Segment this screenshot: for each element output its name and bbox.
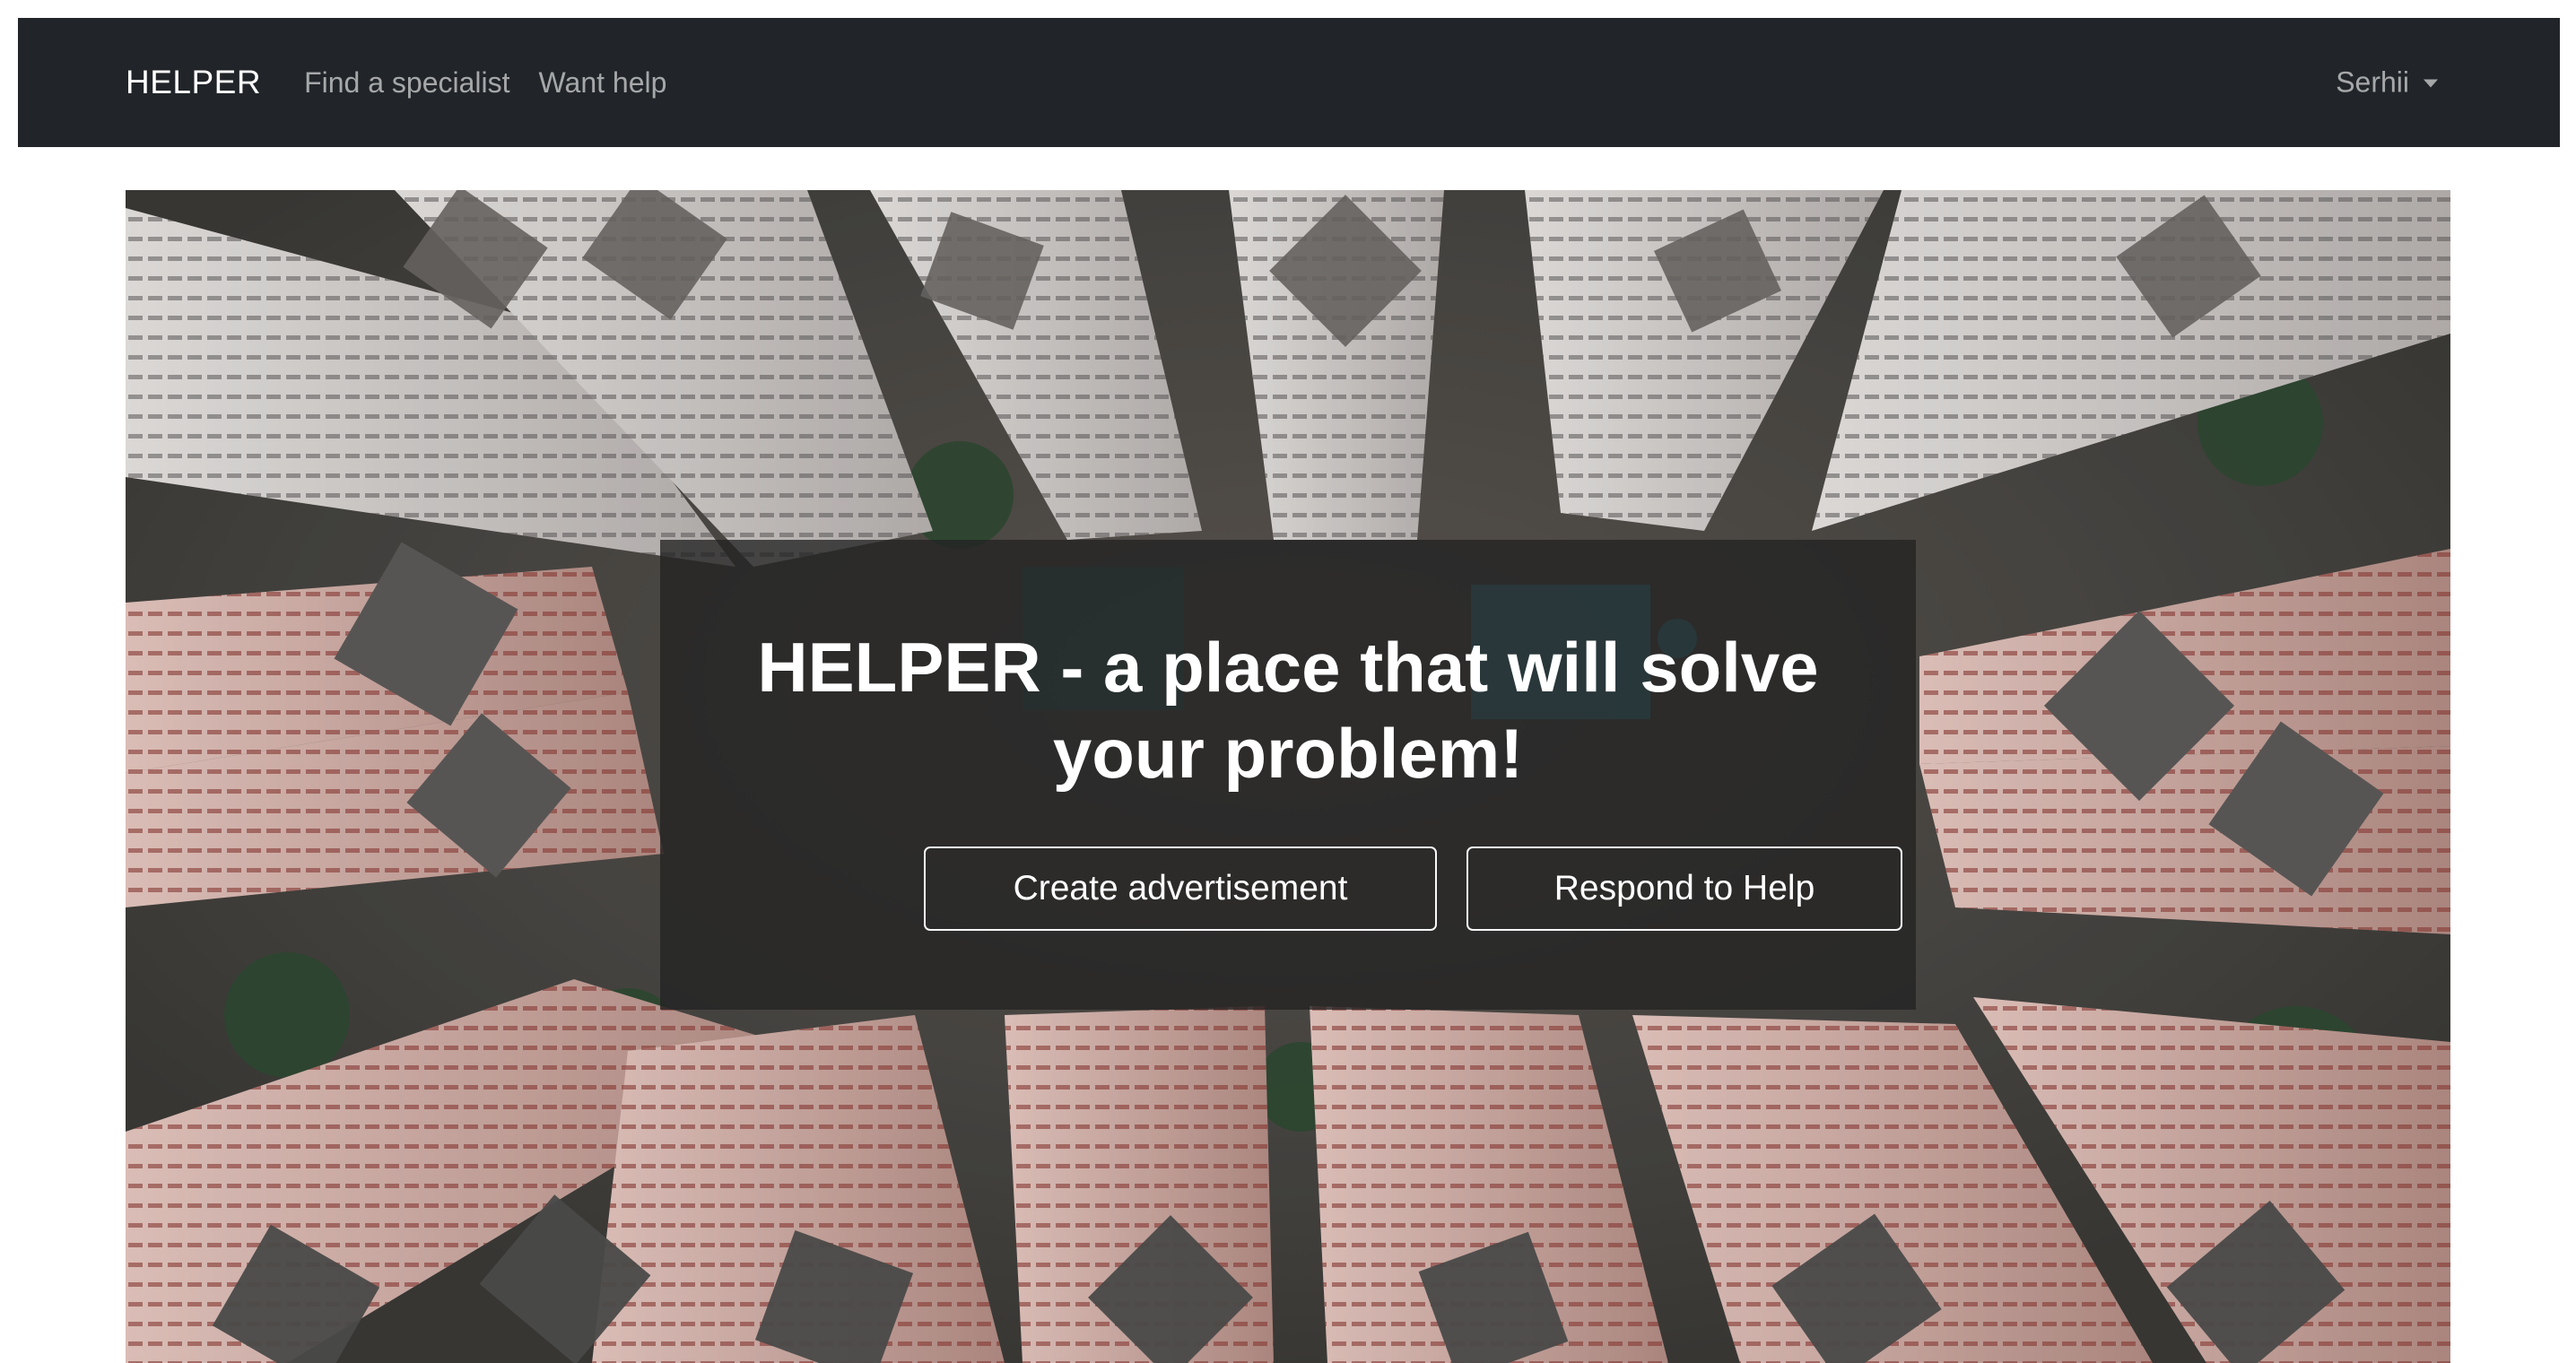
nav-link-want-help[interactable]: Want help: [539, 66, 667, 100]
user-name: Serhii: [2336, 65, 2409, 99]
respond-to-help-button[interactable]: Respond to Help: [1466, 846, 1902, 931]
brand-logo-link[interactable]: HELPER: [126, 64, 261, 101]
nav-link-find-a-specialist[interactable]: Find a specialist: [304, 66, 509, 100]
chevron-down-icon: [2424, 79, 2438, 88]
hero-banner: HELPER - a place that will solve your pr…: [126, 190, 2450, 1363]
create-advertisement-button[interactable]: Create advertisement: [924, 846, 1437, 931]
user-dropdown-toggle[interactable]: Serhii: [2336, 66, 2438, 100]
hero-headline: HELPER - a place that will solve your pr…: [757, 628, 1819, 793]
top-navbar: HELPER Find a specialist Want help Serhi…: [18, 18, 2560, 147]
hero-overlay-panel: HELPER - a place that will solve your pr…: [660, 540, 1916, 1010]
